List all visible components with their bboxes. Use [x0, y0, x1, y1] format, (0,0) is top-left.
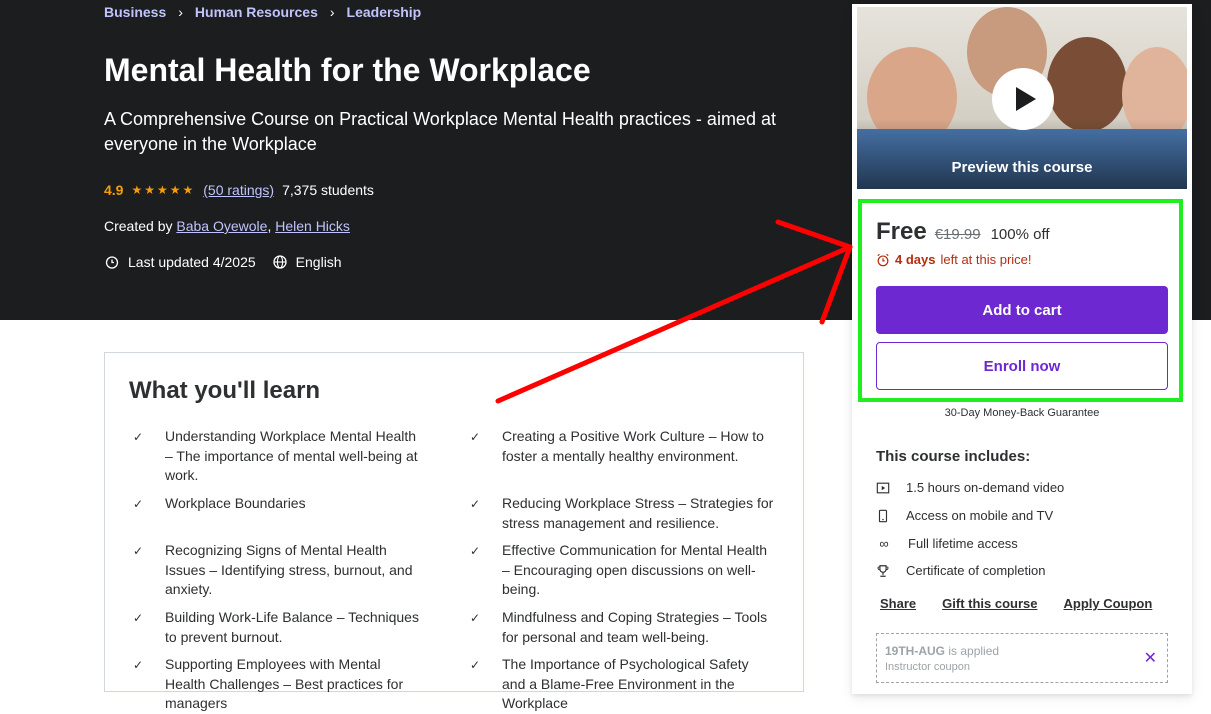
preview-image-person [1047, 37, 1127, 132]
coupon-applied-text: is applied [948, 644, 1000, 658]
video-icon [876, 482, 890, 493]
list-item: ✓ The Importance of Psychological Safety … [470, 655, 775, 714]
learn-item-text: Supporting Employees with Mental Health … [165, 656, 404, 711]
include-item: Access on mobile and TV [876, 508, 1053, 523]
purchase-sidebar: Preview this course Free €19.99 100% off… [852, 4, 1192, 694]
breadcrumb-leadership[interactable]: Leadership [347, 4, 422, 20]
include-item: 1.5 hours on-demand video [876, 480, 1064, 495]
breadcrumb: Business › Human Resources › Leadership [104, 4, 421, 20]
check-icon: ✓ [470, 497, 481, 511]
list-item: ✓ Building Work-Life Balance – Techniques… [133, 608, 423, 647]
learn-item-text: Building Work-Life Balance – Techniques … [165, 609, 419, 645]
include-item: ∞ Full lifetime access [876, 536, 1018, 551]
infinity-icon: ∞ [879, 536, 889, 551]
check-icon: ✓ [470, 430, 481, 444]
list-item: ✓ Workplace Boundaries [133, 494, 423, 515]
check-icon: ✓ [470, 611, 481, 625]
last-updated: Last updated 4/2025 [128, 254, 256, 270]
learn-item-text: Reducing Workplace Stress – Strategies f… [502, 495, 774, 531]
list-item: ✓ Mindfulness and Coping Strategies – Too… [470, 608, 775, 647]
include-item-label: Certificate of completion [906, 563, 1046, 578]
coupon-code-line: 19TH-AUG is applied [885, 644, 999, 658]
clock-alert-icon [105, 256, 119, 269]
created-by: Created by Baba Oyewole, Helen Hicks [104, 218, 350, 234]
breadcrumb-business[interactable]: Business [104, 4, 166, 20]
globe-icon [273, 255, 287, 269]
timer-days: 4 days [895, 252, 936, 267]
learn-item-text: Workplace Boundaries [165, 495, 306, 511]
discount-percent: 100% off [990, 226, 1050, 243]
play-icon[interactable] [992, 68, 1054, 130]
current-price: Free [876, 218, 927, 245]
list-item: ✓ Supporting Employees with Mental Health… [133, 655, 423, 714]
price-timer: 4 days left at this price! [876, 252, 1032, 267]
learn-item-text: Mindfulness and Coping Strategies – Tool… [502, 609, 768, 645]
trophy-icon [877, 564, 889, 577]
check-icon: ✓ [470, 544, 481, 558]
learn-title: What you'll learn [129, 377, 321, 404]
learn-item-text: The Importance of Psychological Safety a… [502, 656, 749, 711]
mobile-icon [878, 509, 888, 522]
instructor-link-1[interactable]: Baba Oyewole [176, 218, 267, 234]
breadcrumb-human-resources[interactable]: Human Resources [195, 4, 318, 20]
share-link[interactable]: Share [880, 596, 916, 611]
check-icon: ✓ [470, 658, 481, 672]
includes-title: This course includes: [876, 448, 1031, 465]
course-language: English [295, 254, 342, 270]
list-item: ✓ Reducing Workplace Stress – Strategies … [470, 494, 775, 533]
list-item: ✓ Understanding Workplace Mental Health –… [133, 427, 423, 486]
check-icon: ✓ [133, 611, 144, 625]
list-item: ✓ Recognizing Signs of Mental Health Issu… [133, 541, 423, 600]
rating-number: 4.9 [104, 182, 124, 198]
chevron-right-icon: › [329, 4, 335, 20]
close-icon[interactable]: ✕ [1144, 648, 1157, 668]
enroll-now-button[interactable]: Enroll now [876, 342, 1168, 390]
add-to-cart-button[interactable]: Add to cart [876, 286, 1168, 334]
star-rating-icon: ★★★★★ [131, 183, 196, 197]
instructor-link-2[interactable]: Helen Hicks [275, 218, 350, 234]
sidebar-links: Share Gift this course Apply Coupon [880, 596, 1152, 611]
what-youll-learn-section: What you'll learn ✓ Understanding Workpla… [104, 352, 804, 711]
include-item-label: Access on mobile and TV [906, 508, 1054, 523]
rating-row: 4.9 ★★★★★ (50 ratings) 7,375 students [104, 182, 374, 198]
learn-item-text: Recognizing Signs of Mental Health Issue… [165, 542, 413, 597]
include-item-label: 1.5 hours on-demand video [906, 480, 1065, 495]
check-icon: ✓ [133, 497, 144, 511]
applied-coupon: 19TH-AUG is applied Instructor coupon ✕ [876, 633, 1168, 683]
timer-text: left at this price! [940, 252, 1032, 267]
apply-coupon-link[interactable]: Apply Coupon [1064, 596, 1153, 611]
money-back-guarantee: 30-Day Money-Back Guarantee [944, 407, 1100, 419]
preview-label[interactable]: Preview this course [857, 159, 1187, 176]
created-by-label: Created by [104, 218, 173, 234]
alarm-clock-icon [877, 253, 889, 266]
coupon-kind: Instructor coupon [885, 661, 970, 673]
ratings-count-link[interactable]: (50 ratings) [203, 182, 274, 198]
course-subtitle: A Comprehensive Course on Practical Work… [104, 109, 776, 154]
include-item: Certificate of completion [876, 563, 1045, 578]
chevron-right-icon: › [178, 4, 183, 20]
students-count: 7,375 students [282, 182, 374, 198]
check-icon: ✓ [133, 544, 144, 558]
check-icon: ✓ [133, 658, 144, 672]
coupon-code: 19TH-AUG [885, 644, 946, 658]
course-preview-video[interactable]: Preview this course [856, 6, 1188, 190]
course-meta: Last updated 4/2025 English [104, 254, 342, 270]
list-item: ✓ Creating a Positive Work Culture – How … [470, 427, 775, 466]
learn-item-text: Effective Communication for Mental Healt… [502, 542, 768, 597]
learn-item-text: Creating a Positive Work Culture – How t… [502, 428, 764, 464]
original-price: €19.99 [934, 226, 981, 243]
price-row: Free €19.99 100% off [876, 218, 1050, 246]
learn-item-text: Understanding Workplace Mental Health – … [165, 428, 418, 483]
course-title: Mental Health for the Workplace [104, 52, 591, 88]
check-icon: ✓ [133, 430, 144, 444]
list-item: ✓ Effective Communication for Mental Heal… [470, 541, 775, 600]
gift-course-link[interactable]: Gift this course [942, 596, 1037, 611]
include-item-label: Full lifetime access [908, 536, 1018, 551]
